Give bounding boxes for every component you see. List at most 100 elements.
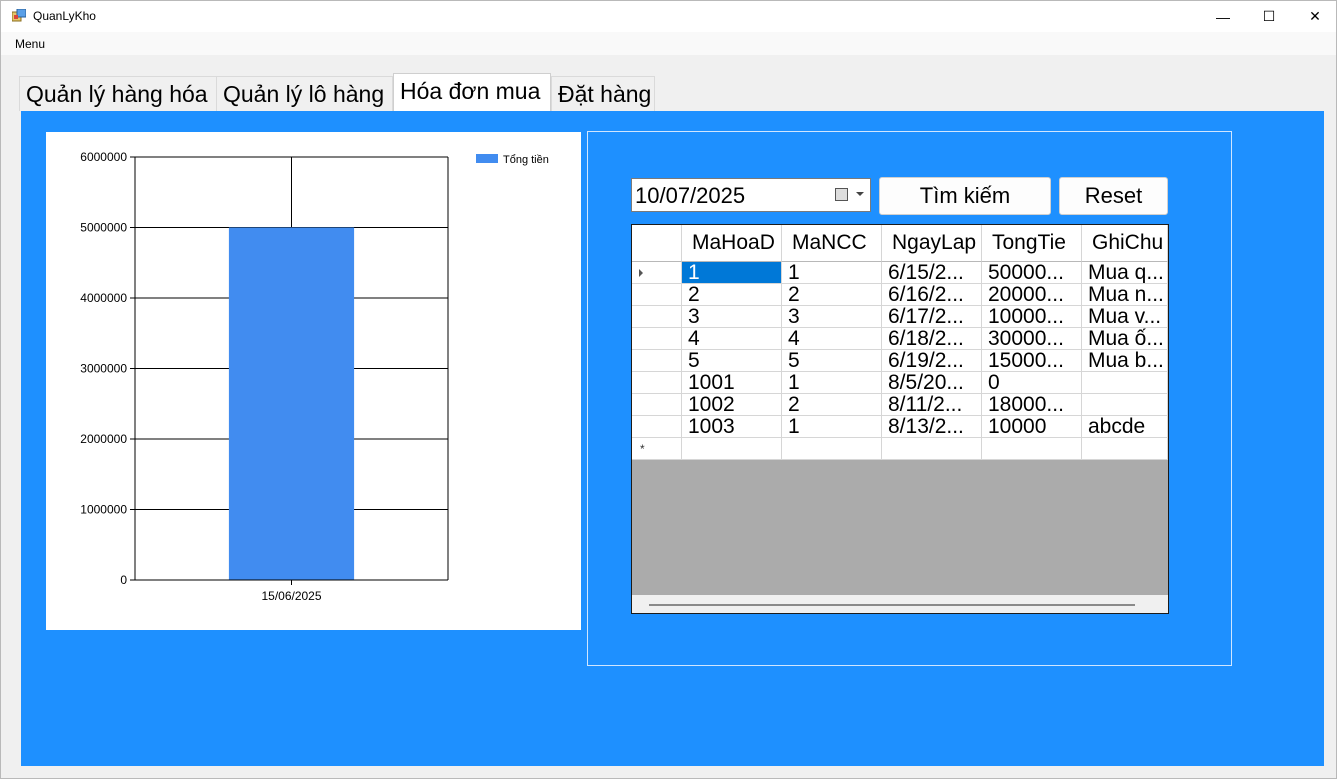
- new-row[interactable]: *: [632, 438, 1168, 460]
- minimize-button[interactable]: —: [1200, 1, 1246, 32]
- bar: [228, 227, 355, 580]
- reset-button[interactable]: Reset: [1059, 177, 1168, 215]
- table-row[interactable]: 5 5 6/19/2... 15000... Mua b...: [632, 350, 1168, 372]
- column-header[interactable]: MaHoaD: [682, 225, 782, 262]
- table-cell[interactable]: 18000...: [982, 394, 1082, 416]
- table-cell[interactable]: 6/16/2...: [882, 284, 982, 306]
- table-cell[interactable]: 1003: [682, 416, 782, 438]
- calendar-icon[interactable]: [835, 188, 848, 201]
- legend-label: Tổng tiền: [503, 154, 549, 166]
- y-tick-label: 4000000: [80, 291, 127, 305]
- table-cell[interactable]: 50000...: [982, 262, 1082, 284]
- table-cell[interactable]: 8/11/2...: [882, 394, 982, 416]
- current-row-icon: [639, 269, 643, 277]
- table-cell[interactable]: [1082, 372, 1168, 394]
- table-cell[interactable]: 4: [782, 328, 882, 350]
- table-cell[interactable]: 5: [682, 350, 782, 372]
- table-row[interactable]: 1001 1 8/5/20... 0: [632, 372, 1168, 394]
- y-tick-label: 1000000: [80, 503, 127, 517]
- table-cell[interactable]: 1002: [682, 394, 782, 416]
- y-tick-label: 2000000: [80, 432, 127, 446]
- column-header[interactable]: TongTie: [982, 225, 1082, 262]
- table-cell[interactable]: 20000...: [982, 284, 1082, 306]
- row-header[interactable]: *: [632, 438, 682, 460]
- search-button[interactable]: Tìm kiếm: [879, 177, 1051, 215]
- row-header[interactable]: [632, 350, 682, 372]
- close-icon: ✕: [1309, 8, 1321, 24]
- table-cell[interactable]: Mua q...: [1082, 262, 1168, 284]
- grid-corner-cell[interactable]: [632, 225, 682, 262]
- column-header[interactable]: GhiChu: [1082, 225, 1168, 262]
- table-cell[interactable]: 1: [782, 262, 882, 284]
- close-button[interactable]: ✕: [1292, 1, 1337, 32]
- invoice-data-grid[interactable]: MaHoaD MaNCC NgayLap TongTie GhiChu 1 1 6/15/2…: [631, 224, 1169, 614]
- table-cell[interactable]: 3: [782, 306, 882, 328]
- table-row[interactable]: 4 4 6/18/2... 30000... Mua ố...: [632, 328, 1168, 350]
- table-cell[interactable]: 8/13/2...: [882, 416, 982, 438]
- table-cell[interactable]: 0: [982, 372, 1082, 394]
- table-cell[interactable]: [1082, 394, 1168, 416]
- row-header[interactable]: [632, 262, 682, 284]
- table-cell[interactable]: 30000...: [982, 328, 1082, 350]
- minimize-icon: —: [1216, 8, 1230, 25]
- row-header[interactable]: [632, 306, 682, 328]
- table-cell[interactable]: 2: [782, 394, 882, 416]
- tab-quan-ly-lo-hang[interactable]: Quản lý lô hàng: [216, 76, 393, 111]
- table-cell[interactable]: 15000...: [982, 350, 1082, 372]
- table-cell[interactable]: Mua n...: [1082, 284, 1168, 306]
- table-cell[interactable]: 1: [682, 262, 782, 284]
- table-cell[interactable]: [1082, 438, 1168, 460]
- tab-hoa-don-mua[interactable]: Hóa đơn mua: [393, 73, 551, 111]
- table-cell[interactable]: 1: [782, 372, 882, 394]
- table-cell[interactable]: 1001: [682, 372, 782, 394]
- table-cell[interactable]: 6/18/2...: [882, 328, 982, 350]
- table-cell[interactable]: [682, 438, 782, 460]
- horizontal-scrollbar[interactable]: [632, 595, 1168, 613]
- table-cell[interactable]: 5: [782, 350, 882, 372]
- row-header[interactable]: [632, 284, 682, 306]
- table-cell[interactable]: 10000: [982, 416, 1082, 438]
- table-row[interactable]: 1002 2 8/11/2... 18000...: [632, 394, 1168, 416]
- table-cell[interactable]: Mua ố...: [1082, 328, 1168, 350]
- tab-content-panel: 0 1000000 2000000 3000000 4000000 5000000 6000…: [21, 111, 1324, 766]
- date-picker[interactable]: 10/07/2025: [631, 178, 871, 212]
- table-cell[interactable]: 4: [682, 328, 782, 350]
- table-cell[interactable]: 2: [782, 284, 882, 306]
- table-cell[interactable]: 8/5/20...: [882, 372, 982, 394]
- table-row[interactable]: 3 3 6/17/2... 10000... Mua v...: [632, 306, 1168, 328]
- table-cell[interactable]: 3: [682, 306, 782, 328]
- maximize-button[interactable]: ☐: [1246, 1, 1292, 32]
- table-cell[interactable]: abcde: [1082, 416, 1168, 438]
- table-cell[interactable]: Mua v...: [1082, 306, 1168, 328]
- table-cell[interactable]: 6/17/2...: [882, 306, 982, 328]
- tab-dat-hang[interactable]: Đặt hàng: [551, 76, 655, 111]
- table-cell[interactable]: [882, 438, 982, 460]
- chart-canvas: 0 1000000 2000000 3000000 4000000 5000000 6000…: [80, 150, 549, 603]
- chevron-down-icon[interactable]: [856, 192, 864, 196]
- column-header[interactable]: MaNCC: [782, 225, 882, 262]
- table-cell[interactable]: 6/19/2...: [882, 350, 982, 372]
- tab-quan-ly-hang-hoa[interactable]: Quản lý hàng hóa: [19, 76, 217, 111]
- table-cell[interactable]: [782, 438, 882, 460]
- window-title: QuanLyKho: [33, 9, 96, 23]
- table-cell[interactable]: 10000...: [982, 306, 1082, 328]
- app-icon: [12, 9, 26, 22]
- column-header[interactable]: NgayLap: [882, 225, 982, 262]
- menu-item[interactable]: Menu: [15, 37, 45, 51]
- row-header[interactable]: [632, 416, 682, 438]
- table-cell[interactable]: 6/15/2...: [882, 262, 982, 284]
- table-row[interactable]: 2 2 6/16/2... 20000... Mua n...: [632, 284, 1168, 306]
- row-header[interactable]: [632, 372, 682, 394]
- scrollbar-thumb[interactable]: [649, 604, 1135, 606]
- y-tick-label: 6000000: [80, 150, 127, 164]
- row-header[interactable]: [632, 394, 682, 416]
- table-row[interactable]: 1 1 6/15/2... 50000... Mua q...: [632, 262, 1168, 284]
- table-cell[interactable]: 1: [782, 416, 882, 438]
- new-row-icon: *: [640, 442, 645, 456]
- row-header[interactable]: [632, 328, 682, 350]
- table-cell[interactable]: [982, 438, 1082, 460]
- table-cell[interactable]: 2: [682, 284, 782, 306]
- table-row[interactable]: 1003 1 8/13/2... 10000 abcde: [632, 416, 1168, 438]
- table-cell[interactable]: Mua b...: [1082, 350, 1168, 372]
- y-tick-label: 3000000: [80, 362, 127, 376]
